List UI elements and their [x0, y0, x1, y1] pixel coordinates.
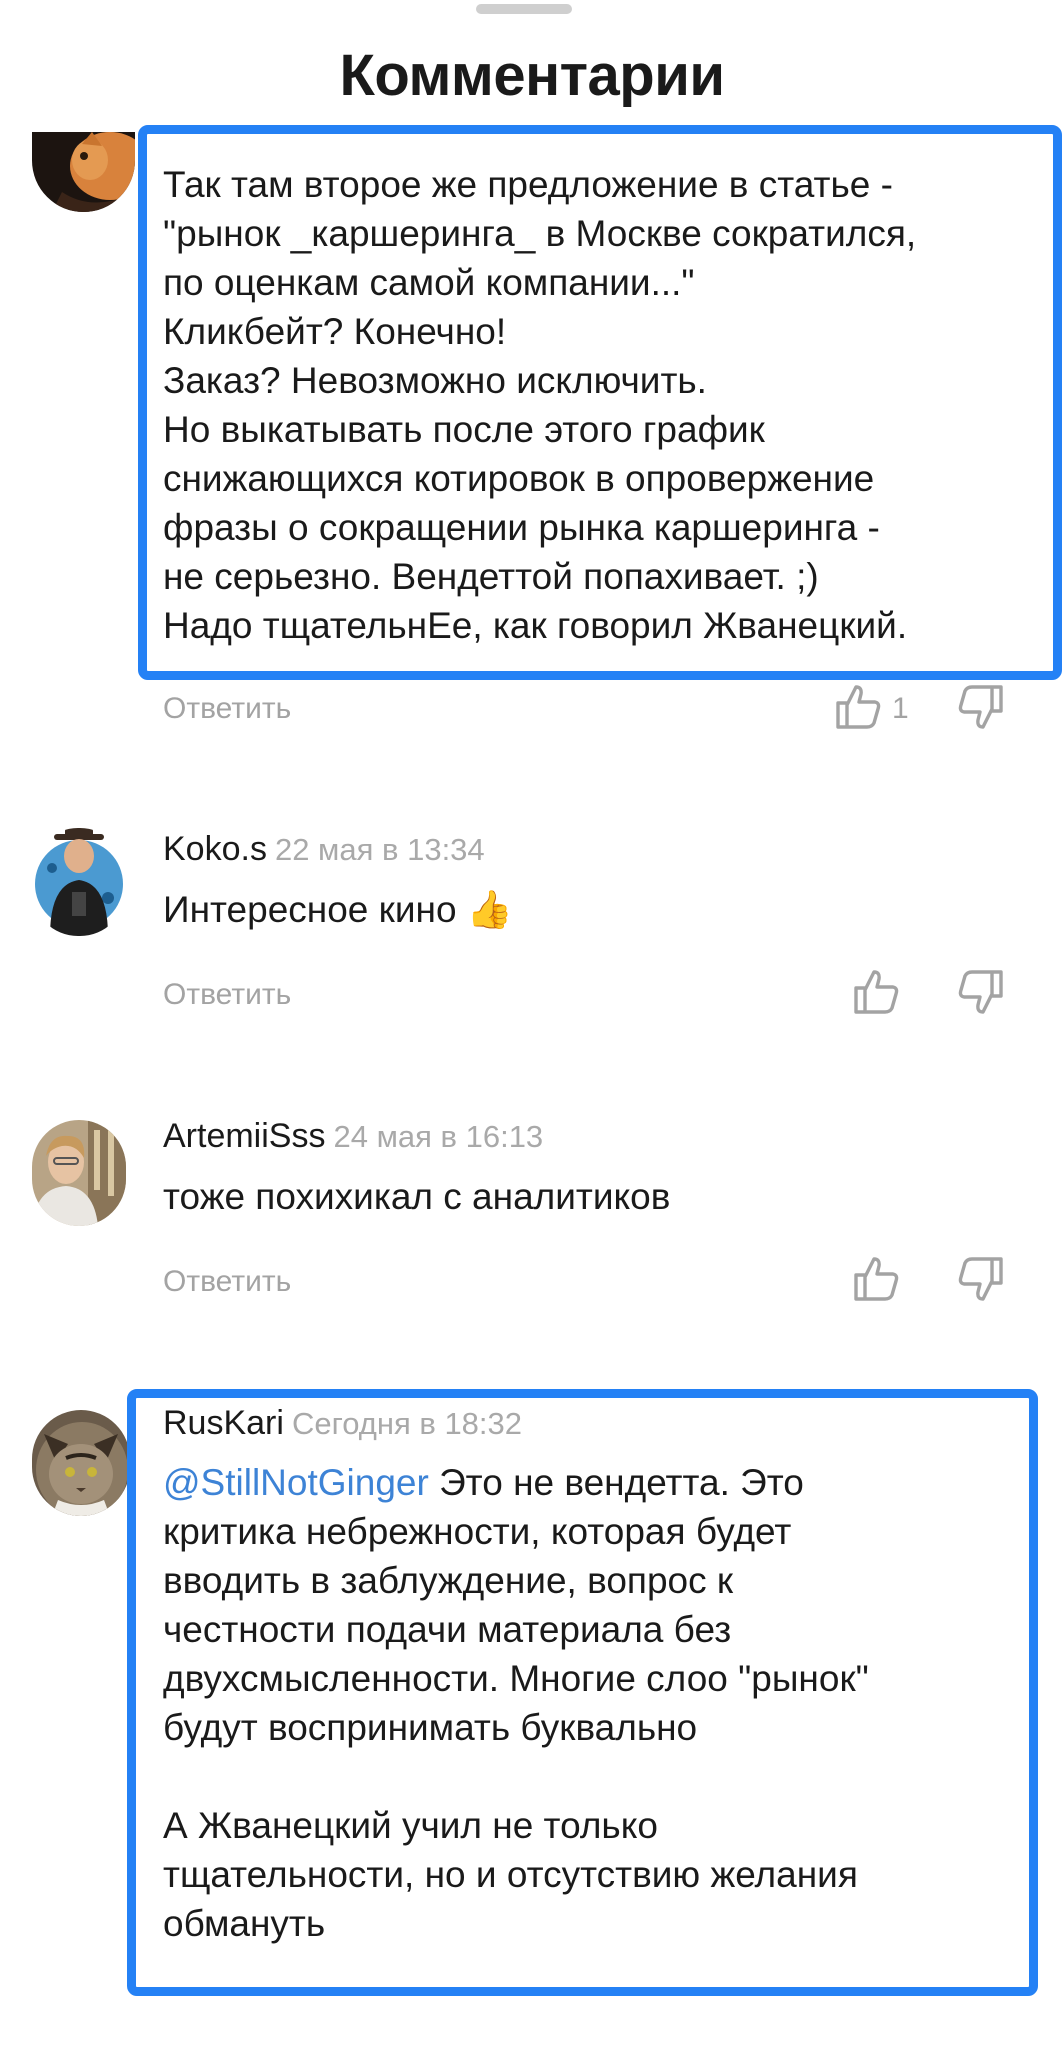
comment-meta: ArtemiiSss 24 мая в 16:13	[163, 1117, 543, 1156]
reply-button[interactable]: Ответить	[163, 978, 291, 1012]
comment-author[interactable]: RusKari	[163, 1404, 284, 1442]
comment-meta: Koko.s 22 мая в 13:34	[163, 830, 485, 869]
comment-text: Так там второе же предложение в статье -…	[163, 164, 917, 646]
comment-text: Интересное кино 👍	[163, 889, 513, 930]
thumbs-down-icon[interactable]	[955, 966, 1007, 1018]
thumbs-down-icon[interactable]	[955, 1253, 1007, 1305]
page-title: Комментарии	[339, 43, 725, 108]
comment-date: 22 мая в 13:34	[274, 832, 485, 867]
comment-author[interactable]: ArtemiiSss	[163, 1117, 325, 1155]
comment-meta: RusKari Сегодня в 18:32	[163, 1404, 522, 1443]
sheet-grabber[interactable]	[476, 4, 572, 14]
comment-text: тоже похихикал с аналитиков	[163, 1176, 671, 1217]
thumbs-down-icon[interactable]	[955, 681, 1007, 733]
avatar[interactable]	[32, 132, 135, 212]
avatar[interactable]	[32, 1120, 126, 1226]
reply-button[interactable]: Ответить	[163, 1265, 291, 1299]
user-mention[interactable]: @StillNotGinger	[163, 1462, 429, 1503]
comment-author[interactable]: Koko.s	[163, 830, 267, 868]
thumbs-up-icon[interactable]	[850, 1253, 902, 1305]
comment-text-body: Это не вендетта. Это критика небрежности…	[163, 1462, 869, 1944]
thumbs-up-icon[interactable]	[850, 966, 902, 1018]
comment-date: 24 мая в 16:13	[333, 1119, 544, 1154]
like-count: 1	[892, 692, 909, 725]
avatar[interactable]	[32, 1410, 130, 1516]
avatar[interactable]	[32, 828, 126, 936]
comment-date: Сегодня в 18:32	[291, 1406, 523, 1441]
thumbs-up-icon[interactable]	[832, 681, 884, 733]
reply-button[interactable]: Ответить	[163, 692, 291, 726]
comment-text: @StillNotGinger Это не вендетта. Это кри…	[163, 1458, 869, 1948]
